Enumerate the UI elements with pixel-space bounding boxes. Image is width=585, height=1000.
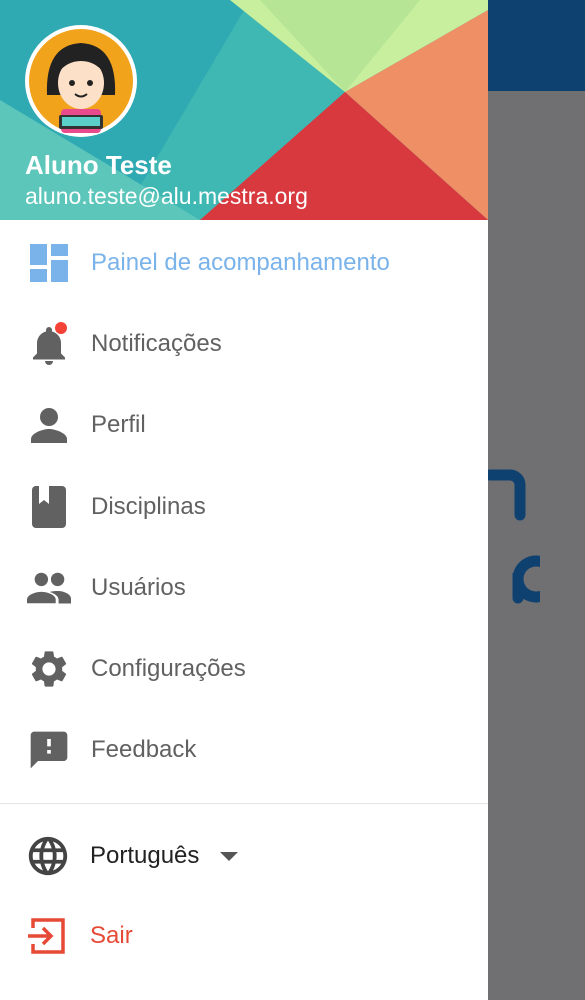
drawer-menu: Painel de acompanhamento Notificações Pe… [0,222,488,791]
menu-item-dashboard[interactable]: Painel de acompanhamento [0,222,488,303]
bell-icon [27,321,71,366]
people-icon [27,566,71,610]
menu-item-label: Usuários [91,573,186,601]
person-icon [27,403,71,447]
chevron-down-icon [220,852,238,861]
globe-icon [25,833,71,879]
drawer-header: Aluno Teste aluno.teste@alu.mestra.org [0,0,488,220]
logout-label: Sair [90,922,133,949]
menu-item-label: Disciplinas [91,492,206,520]
menu-item-feedback[interactable]: Feedback [0,710,488,791]
menu-item-label: Perfil [91,411,146,439]
language-selector[interactable]: Português [0,827,488,885]
menu-item-label: Painel de acompanhamento [91,248,390,276]
logout-button[interactable]: Sair [0,910,488,962]
menu-item-settings[interactable]: Configurações [0,628,488,709]
menu-item-label: Configurações [91,655,246,683]
menu-item-users[interactable]: Usuários [0,547,488,628]
menu-item-profile[interactable]: Perfil [0,385,488,466]
notification-badge [55,321,67,334]
menu-divider [0,803,488,804]
user-email: aluno.teste@alu.mestra.org [25,183,308,209]
gear-icon [27,647,71,691]
avatar-illustration [29,29,133,133]
avatar[interactable] [25,25,137,137]
navigation-drawer: Aluno Teste aluno.teste@alu.mestra.org P… [0,0,488,1000]
app-topbar [488,0,585,91]
logout-icon [25,914,69,958]
menu-item-notifications[interactable]: Notificações [0,303,488,384]
language-label: Português [90,842,200,869]
menu-item-label: Notificações [91,329,222,357]
book-icon [27,485,71,529]
dashboard-icon [27,241,71,285]
feedback-icon [27,728,71,772]
user-name: Aluno Teste [25,150,172,180]
menu-item-courses[interactable]: Disciplinas [0,466,488,547]
menu-item-label: Feedback [91,736,197,764]
